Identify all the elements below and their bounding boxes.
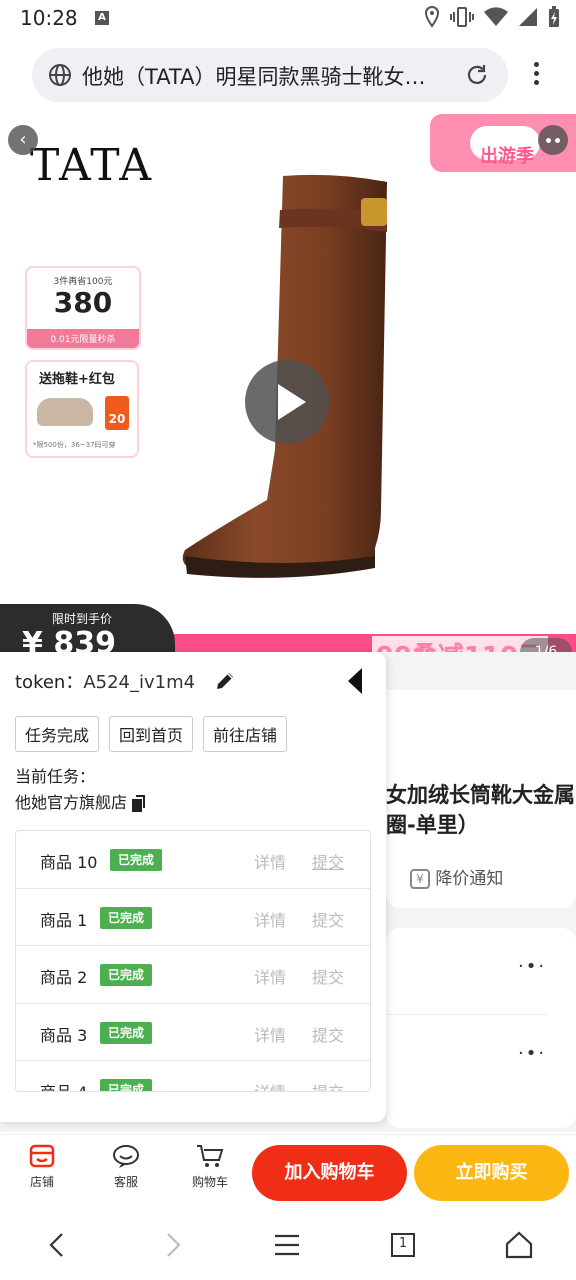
play-video-button[interactable] (245, 360, 329, 444)
table-row: 商品 1 已完成 详情 提交 (16, 889, 370, 946)
token-display: token：A524_iv1m4 (15, 672, 196, 693)
globe-icon (48, 63, 72, 87)
back-home-button[interactable]: 回到首页 (109, 716, 194, 752)
brand-logo: TATA (30, 140, 154, 191)
back-icon[interactable]: ‹ (8, 125, 38, 155)
product-title[interactable]: 女加绒长筒靴大金属圈-单里） (386, 780, 576, 840)
signal-icon (518, 7, 538, 31)
table-row: 商品 10 已完成 详情 提交 (16, 831, 370, 889)
cart-button[interactable]: 购物车 (183, 1143, 237, 1190)
page-title[interactable]: 他她（TATA）明星同款黑骑士靴女… (82, 61, 462, 91)
status-badge: 已完成 (100, 1021, 153, 1044)
image-pager: 1/6 (520, 638, 572, 652)
store-button[interactable]: 店铺 (15, 1143, 69, 1190)
buy-now-button[interactable]: 立即购买 (414, 1145, 569, 1201)
bottom-action-bar: 店铺 客服 购物车 加入购物车 立即购买 (0, 1134, 576, 1208)
red-envelope-icon: 20 (105, 396, 129, 430)
add-to-cart-button[interactable]: 加入购物车 (252, 1145, 407, 1201)
promo-tag-text: 出游季 (480, 146, 534, 167)
detail-link[interactable]: 详情 (254, 1079, 286, 1091)
submit-link[interactable]: 提交 (312, 964, 344, 988)
go-store-button[interactable]: 前往店铺 (203, 716, 288, 752)
home-icon[interactable] (504, 1230, 534, 1260)
status-bar: 10:28 A (0, 0, 576, 36)
status-badge: 已完成 (100, 964, 153, 986)
slipper-image (37, 398, 93, 426)
product-option-card (386, 928, 576, 1128)
submit-link[interactable]: 提交 (312, 1079, 344, 1091)
store-icon (28, 1143, 56, 1169)
notification-icon: A (95, 11, 109, 25)
browser-nav-bar: 1 (0, 1208, 576, 1280)
detail-link[interactable]: 详情 (254, 964, 286, 988)
price-tag-icon: ¥ (410, 869, 430, 889)
reload-icon[interactable] (464, 62, 490, 88)
detail-link[interactable]: 详情 (254, 907, 286, 931)
status-badge: 已完成 (100, 1079, 153, 1091)
limited-price-box: 限时到手价 ¥ 839 (0, 604, 175, 652)
table-row: 商品 4 已完成 详情 提交 (16, 1061, 370, 1091)
task-complete-button[interactable]: 任务完成 (15, 716, 100, 752)
current-task: 当前任务： 他她官方旗舰店 (15, 764, 147, 816)
table-row: 商品 3 已完成 详情 提交 (16, 1004, 370, 1061)
edit-icon[interactable] (214, 670, 236, 692)
back-arrow-icon[interactable] (42, 1230, 72, 1260)
more-menu-icon[interactable] (528, 62, 544, 90)
panel-actions: 任务完成 回到首页 前往店铺 (15, 716, 288, 752)
current-task-value: 他她官方旗舰店 (15, 793, 128, 812)
chat-icon (112, 1143, 140, 1169)
status-icons (424, 5, 560, 32)
task-panel: token：A524_iv1m4 任务完成 回到首页 前往店铺 当前任务： 他她… (0, 652, 386, 1122)
battery-icon (548, 6, 560, 32)
submit-link[interactable]: 提交 (312, 907, 344, 931)
divider (386, 1014, 548, 1015)
promo-card-gift[interactable]: 送拖鞋+红包 20 *限500份，36~37码可穿 (25, 360, 139, 458)
menu-icon[interactable] (272, 1230, 302, 1260)
submit-link[interactable]: 提交 (312, 1022, 344, 1046)
option-dots-icon[interactable]: ·•· (518, 956, 546, 977)
address-bar[interactable]: 他她（TATA）明星同款黑骑士靴女… (32, 48, 508, 102)
detail-link[interactable]: 详情 (254, 849, 286, 873)
collapse-panel-icon[interactable] (348, 668, 362, 694)
cart-icon (196, 1143, 224, 1169)
product-gallery[interactable]: TATA ‹ 出游季 3件再省100元 380 0.01元限量秒杀 送拖鞋+红包… (0, 112, 576, 652)
vibrate-icon (450, 7, 474, 31)
price-notice-button[interactable]: ¥ 降价通知 (410, 864, 503, 889)
status-badge: 已完成 (110, 849, 163, 871)
promo-card-discount[interactable]: 3件再省100元 380 0.01元限量秒杀 (25, 266, 141, 350)
wifi-icon (484, 7, 508, 31)
forward-arrow-icon[interactable] (158, 1230, 188, 1260)
table-row: 商品 2 已完成 详情 提交 (16, 946, 370, 1004)
option-dots-icon[interactable]: ·•· (518, 1043, 546, 1064)
copy-icon[interactable] (131, 794, 147, 813)
location-icon (424, 5, 440, 32)
submit-link[interactable]: 提交 (312, 849, 344, 873)
tabs-icon[interactable]: 1 (388, 1230, 418, 1260)
product-task-list[interactable]: 商品 10 已完成 详情 提交 商品 1 已完成 详情 提交 商品 2 已完成 … (15, 830, 371, 1092)
customer-service-button[interactable]: 客服 (99, 1143, 153, 1190)
more-icon[interactable] (538, 125, 568, 155)
detail-link[interactable]: 详情 (254, 1022, 286, 1046)
status-time: 10:28 (20, 6, 78, 30)
status-badge: 已完成 (100, 906, 153, 929)
